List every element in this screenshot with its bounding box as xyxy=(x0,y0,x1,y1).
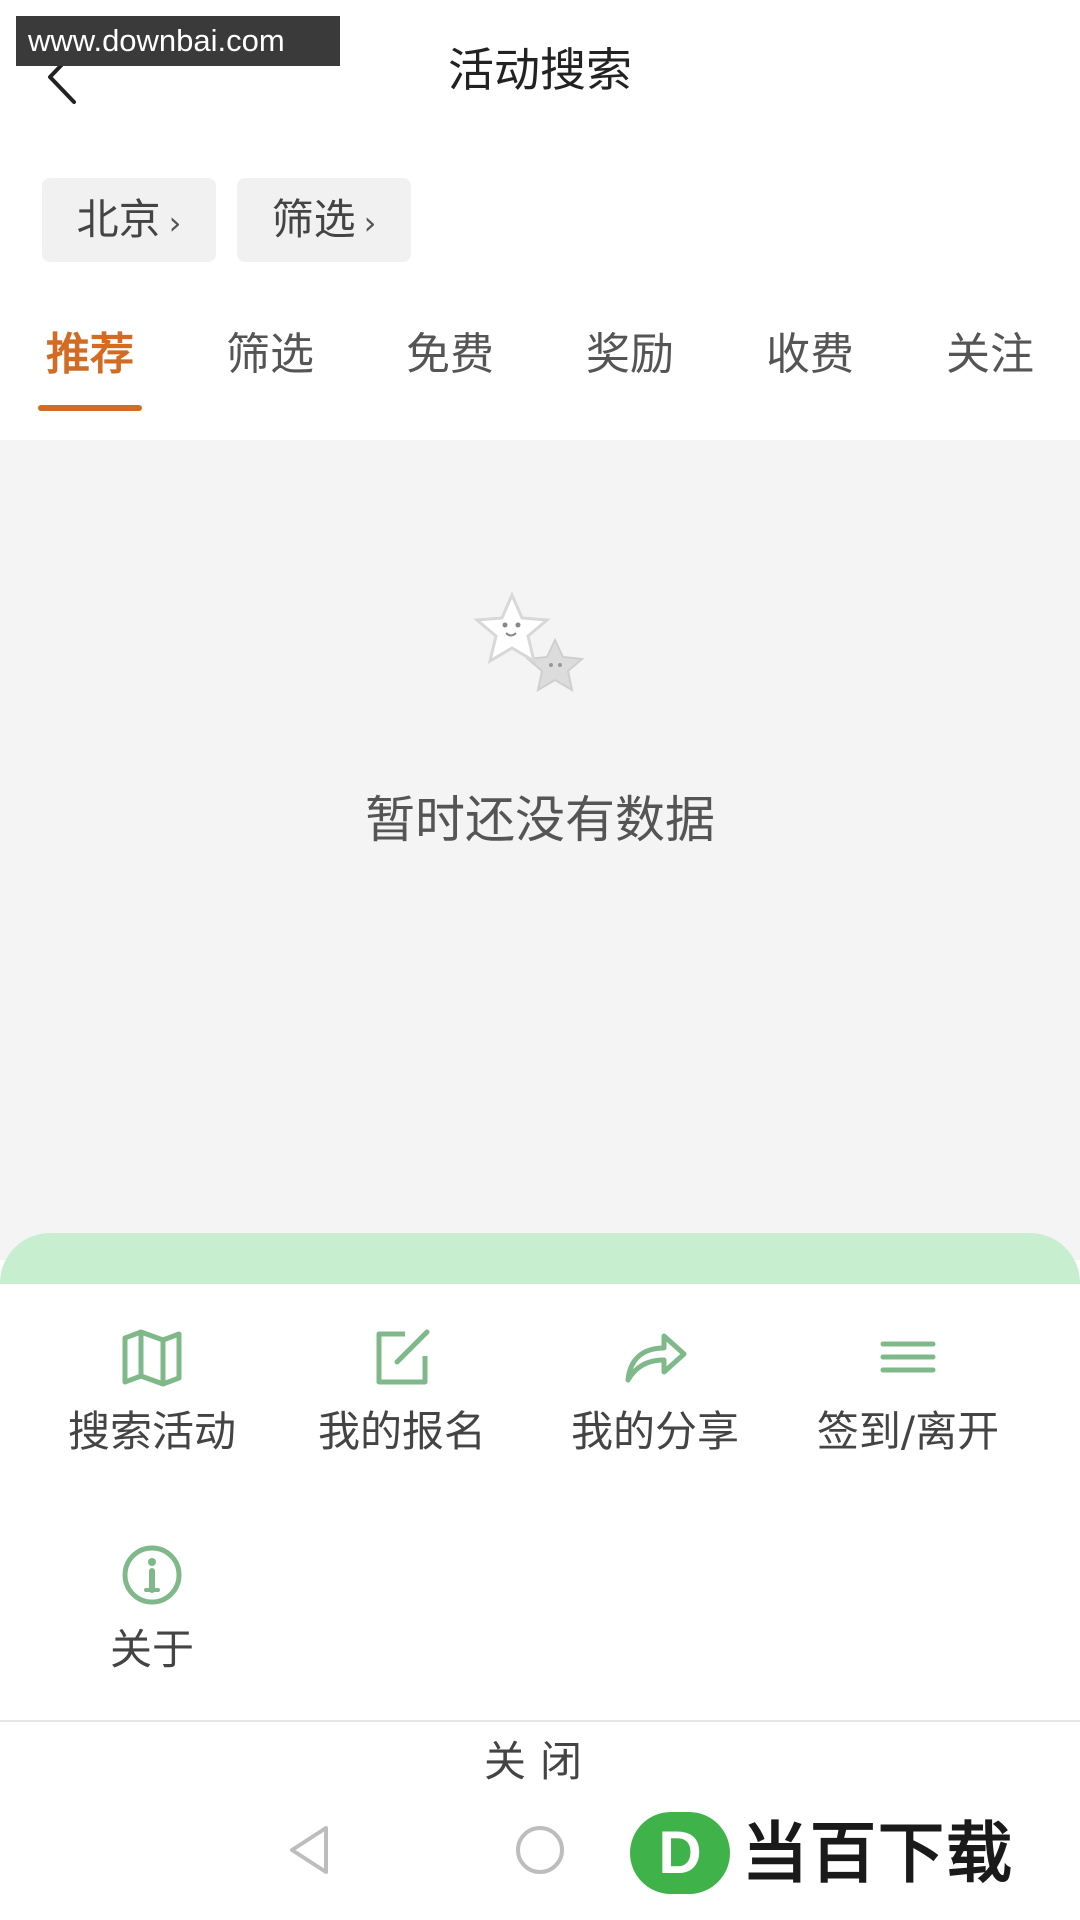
city-label: 北京 xyxy=(76,195,161,244)
star-mascot-icon xyxy=(473,591,585,693)
close-button[interactable]: 关闭 xyxy=(0,1732,1080,1792)
share-icon xyxy=(625,1333,687,1383)
brand-text: 当百下载 xyxy=(742,1815,1014,1892)
menu-checkin-leave[interactable]: 签到/离开 xyxy=(783,1324,1033,1494)
brand-logo: D 当百下载 xyxy=(630,1808,1060,1898)
nav-back-icon[interactable] xyxy=(282,1822,338,1878)
tab-reward[interactable]: 奖励 xyxy=(550,310,710,400)
category-tabs: 推荐 筛选 免费 奖励 收费 关注 xyxy=(0,310,1080,440)
menu-my-registrations[interactable]: 我的报名 xyxy=(277,1324,527,1494)
filter-label: 筛选 xyxy=(271,195,356,244)
tab-recommended[interactable]: 推荐 xyxy=(10,310,170,400)
brand-badge: D xyxy=(630,1812,730,1894)
brand-letter: D xyxy=(658,1819,702,1886)
menu-label: 搜索活动 xyxy=(67,1407,236,1456)
filter-chip[interactable]: 筛选 › xyxy=(237,178,411,262)
chevron-right-icon: › xyxy=(168,204,182,242)
map-icon xyxy=(122,1329,182,1387)
menu-lines-icon xyxy=(880,1341,936,1373)
menu-label: 关于 xyxy=(109,1625,194,1674)
city-selector-chip[interactable]: 北京 › xyxy=(42,178,216,262)
menu-about[interactable]: 关于 xyxy=(27,1542,277,1712)
menu-my-shares[interactable]: 我的分享 xyxy=(530,1324,780,1494)
active-tab-indicator xyxy=(38,405,142,411)
empty-state: 暂时还没有数据 xyxy=(0,440,1080,1260)
info-icon xyxy=(122,1545,182,1605)
menu-label: 签到/离开 xyxy=(816,1407,1000,1456)
sheet-divider xyxy=(0,1720,1080,1722)
tab-following[interactable]: 关注 xyxy=(910,310,1070,400)
action-menu-sheet: 搜索活动 我的报名 我的分享 签到/离开 关于 xyxy=(0,1284,1080,1720)
menu-search-activity[interactable]: 搜索活动 xyxy=(27,1324,277,1494)
tab-free[interactable]: 免费 xyxy=(370,310,530,400)
watermark: www.downbai.com xyxy=(16,16,340,66)
menu-label: 我的报名 xyxy=(317,1407,486,1456)
chevron-right-icon: › xyxy=(363,204,377,242)
tab-paid[interactable]: 收费 xyxy=(730,310,890,400)
edit-icon xyxy=(376,1329,430,1385)
tab-filter[interactable]: 筛选 xyxy=(190,310,350,400)
nav-home-icon[interactable] xyxy=(512,1822,568,1878)
menu-label: 我的分享 xyxy=(570,1407,739,1456)
empty-message: 暂时还没有数据 xyxy=(365,791,715,849)
